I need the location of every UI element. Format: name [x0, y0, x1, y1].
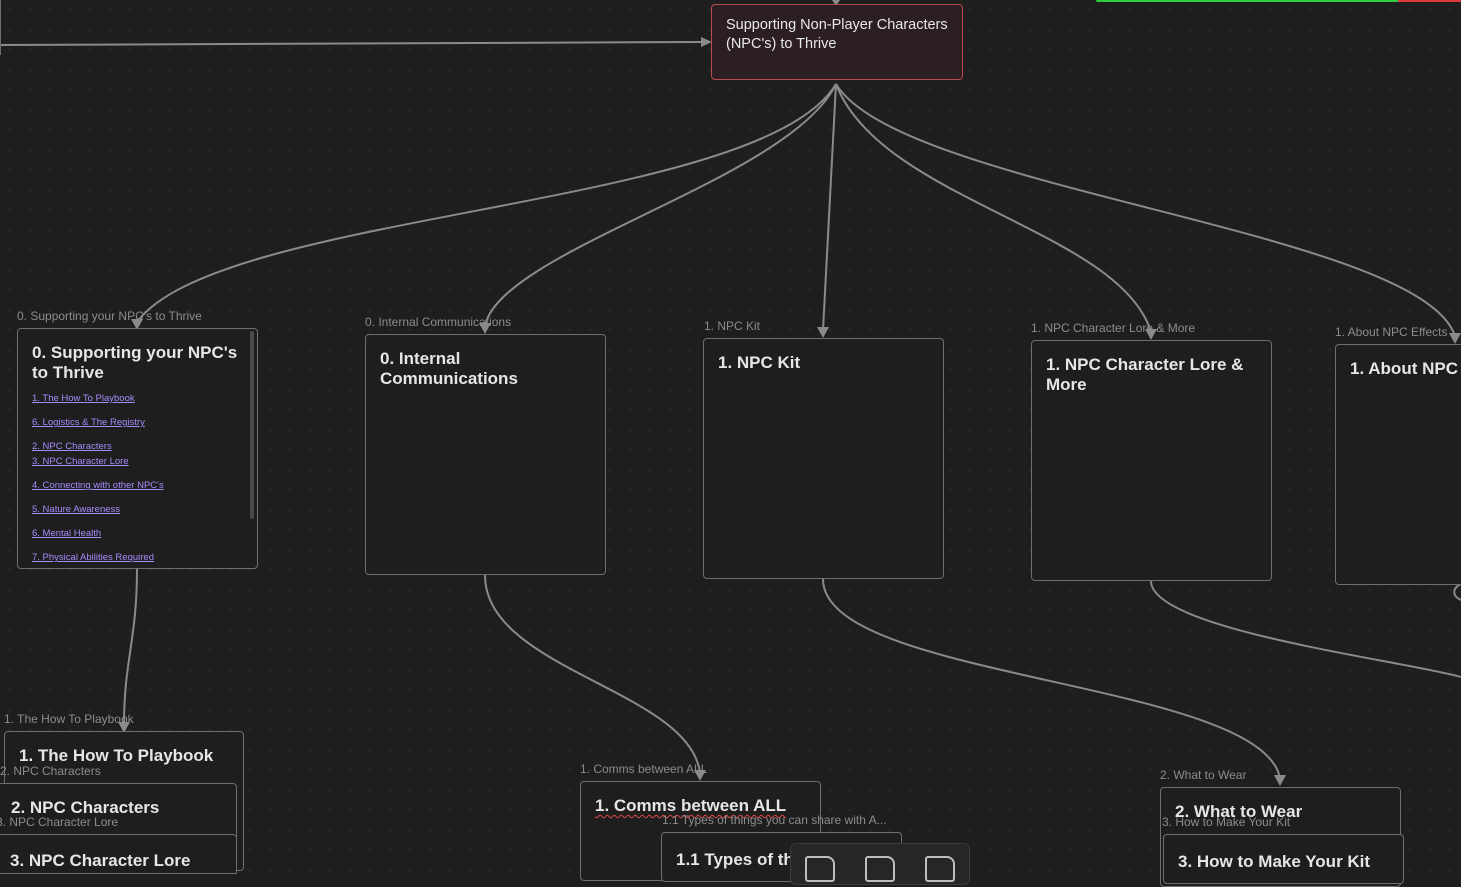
card-title: 0. Internal Communications — [380, 349, 518, 388]
card-npc-kit[interactable]: 1. NPC Kit — [703, 338, 944, 579]
group-label-types-of-things: 1.1 Types of things you can share with A… — [662, 813, 887, 827]
link-nature-awareness[interactable]: 5. Nature Awareness — [32, 504, 243, 516]
card-title: 2. NPC Characters — [11, 798, 160, 817]
new-file-icon[interactable] — [865, 856, 895, 882]
group-label-supporting: 0. Supporting your NPC's to Thrive — [17, 309, 202, 323]
card-internal-communications[interactable]: 0. Internal Communications — [365, 334, 606, 575]
card-about-npc[interactable]: 1. About NPC — [1335, 344, 1461, 585]
edge-arrowhead — [1449, 333, 1461, 344]
group-label-kit: 1. NPC Kit — [704, 319, 761, 333]
card-title: 1. NPC Character Lore & More — [1046, 355, 1244, 394]
link-npc-characters[interactable]: 2. NPC Characters — [32, 441, 243, 453]
edge-supporting-howto — [123, 568, 138, 726]
group-label-wear: 2. What to Wear — [1160, 768, 1247, 782]
group-label-lore-more: 1. NPC Character Lore & More — [1031, 321, 1196, 335]
card-title: 1. Comms between ALL — [581, 782, 820, 816]
edge-arrowhead — [1274, 775, 1286, 786]
card-title: 1. About NPC — [1350, 359, 1458, 378]
card-title: 1. NPC Kit — [718, 353, 801, 372]
new-card-icon[interactable] — [925, 856, 955, 882]
card-supporting[interactable]: 0. Supporting your NPC's to Thrive 1. Th… — [17, 328, 258, 569]
edge-kit-wear — [822, 578, 1281, 779]
edge-arrowhead — [817, 327, 829, 338]
card-title: 3. NPC Character Lore — [10, 851, 191, 870]
group-label-internal: 0. Internal Communications — [365, 315, 512, 329]
card-links: 1. The How To Playbook 6. Logistics & Th… — [18, 383, 257, 564]
edge-root-internal — [484, 83, 837, 327]
canvas-toolbar — [790, 843, 970, 885]
link-connecting-npcs[interactable]: 4. Connecting with other NPC's — [32, 480, 243, 492]
link-logistics-registry[interactable]: 6. Logistics & The Registry — [32, 417, 243, 429]
root-node-text: Supporting Non-Player Characters (NPC's)… — [726, 17, 948, 52]
card-how-to-make-your-kit[interactable]: 3. How to Make Your Kit — [1163, 834, 1404, 884]
new-note-icon[interactable] — [805, 856, 835, 882]
group-label-npc-characters: 2. NPC Characters — [0, 764, 101, 778]
group-label-how-to-make-kit: 3. How to Make Your Kit — [1162, 815, 1291, 829]
group-label-npc-character-lore: 3. NPC Character Lore — [0, 815, 119, 829]
card-title: 3. How to Make Your Kit — [1178, 852, 1371, 871]
group-label-about: 1. About NPC Effects — [1335, 325, 1448, 339]
card-title: 0. Supporting your NPC's to Thrive — [32, 343, 238, 382]
edge-incoming-root — [0, 41, 703, 46]
edge-root-about — [835, 83, 1456, 337]
card-scrollbar[interactable] — [250, 331, 254, 519]
edge-lore-offscreen — [1150, 580, 1461, 678]
link-npc-character-lore[interactable]: 3. NPC Character Lore — [32, 456, 243, 468]
edge-root-supporting — [136, 83, 837, 323]
group-label-comms: 1. Comms between ALL — [580, 762, 708, 776]
root-node[interactable]: Supporting Non-Player Characters (NPC's)… — [711, 4, 963, 80]
card-npc-character-lore-more[interactable]: 1. NPC Character Lore & More — [1031, 340, 1272, 581]
edge-about-offscreen — [1453, 583, 1461, 601]
edge-internal-comms — [484, 574, 701, 774]
edge-root-lore — [835, 83, 1152, 333]
card-title: 1. The How To Playbook — [19, 746, 214, 765]
group-label-howto: 1. The How To Playbook — [4, 712, 134, 726]
link-how-to-playbook[interactable]: 1. The How To Playbook — [32, 393, 243, 405]
card-npc-character-lore[interactable]: 3. NPC Character Lore — [0, 834, 237, 874]
link-mental-health[interactable]: 6. Mental Health — [32, 528, 243, 540]
link-physical-abilities[interactable]: 7. Physical Abilities Required — [32, 552, 243, 564]
edge-root-kit — [822, 83, 837, 331]
